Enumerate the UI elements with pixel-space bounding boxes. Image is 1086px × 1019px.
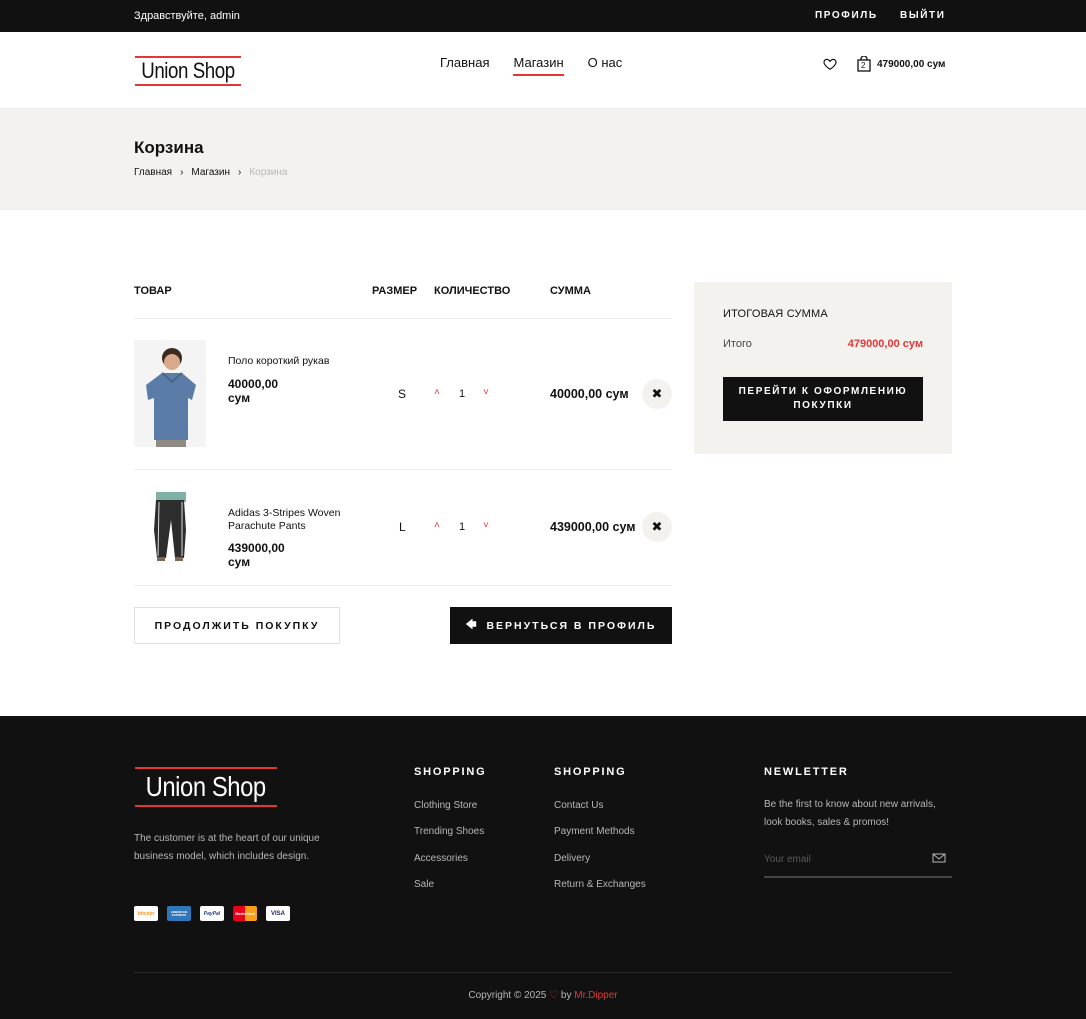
product-image-polo[interactable] (134, 340, 206, 447)
divider (134, 469, 672, 470)
qty-decrease-icon[interactable]: ˅ (483, 520, 489, 531)
profile-link[interactable]: ПРОФИЛЬ (815, 10, 878, 21)
total-label: Итого (723, 338, 752, 350)
newsletter-form (764, 848, 952, 878)
close-icon: ✖ (651, 386, 663, 401)
footer-link[interactable]: Return & Exchanges (554, 879, 646, 905)
author-link[interactable]: Mr.Dipper (574, 990, 617, 1001)
footer-col2-title: SHOPPING (554, 766, 627, 778)
footer-link[interactable]: Sale (414, 879, 484, 905)
email-input[interactable] (764, 848, 924, 870)
divider (134, 318, 672, 319)
copyright-by: by (560, 990, 572, 1001)
product-name[interactable]: Adidas 3-Stripes Woven Parachute Pants (228, 507, 358, 533)
table-row: Поло короткий рукав 40000,00 сум (134, 340, 329, 452)
col-header-product: ТОВАР (134, 285, 172, 297)
visa-icon: VISA (266, 906, 290, 921)
top-bar: Здравствуйте, admin ПРОФИЛЬ ВЫЙТИ (0, 0, 1086, 32)
bitcoin-icon: bitcoin (134, 906, 158, 921)
breadcrumb-home[interactable]: Главная (134, 167, 172, 178)
footer-link[interactable]: Contact Us (554, 800, 646, 826)
header: Union Shop Главная Магазин О нас 2 47900… (0, 32, 1086, 109)
qty-increase-icon[interactable]: ˄ (434, 387, 440, 398)
continue-shopping-button[interactable]: ПРОДОЛЖИТЬ ПОКУПКУ (134, 607, 340, 644)
amex-icon: AMERICAN EXPRESS (167, 906, 191, 921)
newsletter-title: NEWLETTER (764, 766, 849, 778)
product-name[interactable]: Поло короткий рукав (228, 355, 358, 368)
footer-link[interactable]: Payment Methods (554, 826, 646, 852)
table-row: Adidas 3-Stripes Woven Parachute Pants 4… (134, 490, 340, 569)
footer-col2-list: Contact Us Payment Methods Delivery Retu… (554, 800, 646, 905)
nav-about[interactable]: О нас (588, 55, 623, 76)
breadcrumb-current: Корзина (249, 167, 288, 178)
breadcrumb-section: Корзина Главная › Магазин › Корзина (0, 109, 1086, 210)
close-icon: ✖ (651, 519, 663, 534)
paypal-icon: PayPal (200, 906, 224, 921)
footer-logo-text: Union Shop (145, 771, 267, 802)
top-links: ПРОФИЛЬ ВЫЙТИ (815, 10, 964, 21)
breadcrumb: Главная › Магазин › Корзина (134, 167, 287, 178)
col-header-sum: СУММА (550, 285, 591, 297)
chevron-right-icon: › (237, 167, 242, 178)
site-logo[interactable]: Union Shop (135, 56, 241, 86)
remove-item-button[interactable]: ✖ (642, 379, 672, 409)
header-cart-total[interactable]: 479000,00 сум (877, 59, 945, 70)
qty-increase-icon[interactable]: ˄ (434, 520, 440, 531)
row-sum: 439000,00 сум (550, 520, 636, 534)
mastercard-icon: MasterCard (233, 906, 257, 921)
footer-col1-list: Clothing Store Trending Shoes Accessorie… (414, 800, 484, 905)
product-size: S (398, 387, 407, 401)
total-value: 479000,00 сум (847, 338, 923, 350)
divider (134, 585, 672, 586)
breadcrumb-shop[interactable]: Магазин (191, 167, 230, 178)
footer-logo[interactable]: Union Shop (135, 767, 277, 807)
newsletter-text: Be the first to know about new arrivals,… (764, 799, 936, 828)
back-to-profile-button[interactable]: 🡄 ВЕРНУТЬСЯ В ПРОФИЛЬ (450, 607, 672, 644)
back-to-profile-label: ВЕРНУТЬСЯ В ПРОФИЛЬ (486, 619, 657, 632)
qty-value[interactable]: 1 (459, 388, 465, 400)
footer-link[interactable]: Clothing Store (414, 800, 484, 826)
col-header-qty: КОЛИЧЕСТВО (434, 285, 511, 297)
qty-decrease-icon[interactable]: ˅ (483, 387, 489, 398)
footer-divider (134, 972, 952, 973)
cart-summary: ИТОГОВАЯ СУММА Итого 479000,00 сум ПЕРЕЙ… (694, 282, 952, 454)
greeting-text: Здравствуйте, admin (134, 10, 240, 22)
page-title: Корзина (134, 138, 204, 157)
product-size: L (399, 520, 406, 534)
footer-link[interactable]: Delivery (554, 853, 646, 879)
envelope-icon[interactable] (932, 852, 946, 864)
footer: Union Shop The customer is at the heart … (0, 716, 1086, 1019)
chevron-right-icon: › (180, 167, 184, 178)
logout-link[interactable]: ВЫЙТИ (900, 10, 946, 21)
footer-link[interactable]: Trending Shoes (414, 826, 484, 852)
arrow-left-icon: 🡄 (465, 618, 479, 631)
qty-value[interactable]: 1 (459, 521, 465, 533)
main-nav: Главная Магазин О нас (440, 55, 622, 76)
product-image-pants[interactable] (134, 490, 206, 562)
remove-item-button[interactable]: ✖ (642, 512, 672, 542)
footer-link[interactable]: Accessories (414, 853, 484, 879)
heart-icon[interactable] (823, 57, 837, 71)
col-header-size: РАЗМЕР (372, 285, 418, 297)
copyright-text: Copyright © 2025 (468, 990, 547, 1001)
logo-text: Union Shop (141, 58, 235, 83)
product-price: 439000,00 сум (228, 541, 285, 569)
footer-col1-title: SHOPPING (414, 766, 487, 778)
nav-home[interactable]: Главная (440, 55, 489, 76)
cart-count: 2 (861, 61, 866, 70)
footer-about: The customer is at the heart of our uniq… (134, 833, 320, 862)
payment-icons: bitcoin AMERICAN EXPRESS PayPal MasterCa… (134, 906, 290, 921)
nav-shop[interactable]: Магазин (513, 55, 564, 76)
checkout-button[interactable]: ПЕРЕЙТИ К ОФОРМЛЕНИЮ ПОКУПКИ (723, 377, 923, 421)
row-sum: 40000,00 сум (550, 387, 629, 401)
summary-title: ИТОГОВАЯ СУММА (723, 308, 828, 320)
copyright: Copyright © 2025 ♡ by Mr.Dipper (0, 990, 1086, 1001)
product-price: 40000,00 сум (228, 377, 279, 405)
heart-icon: ♡ (549, 990, 559, 1001)
